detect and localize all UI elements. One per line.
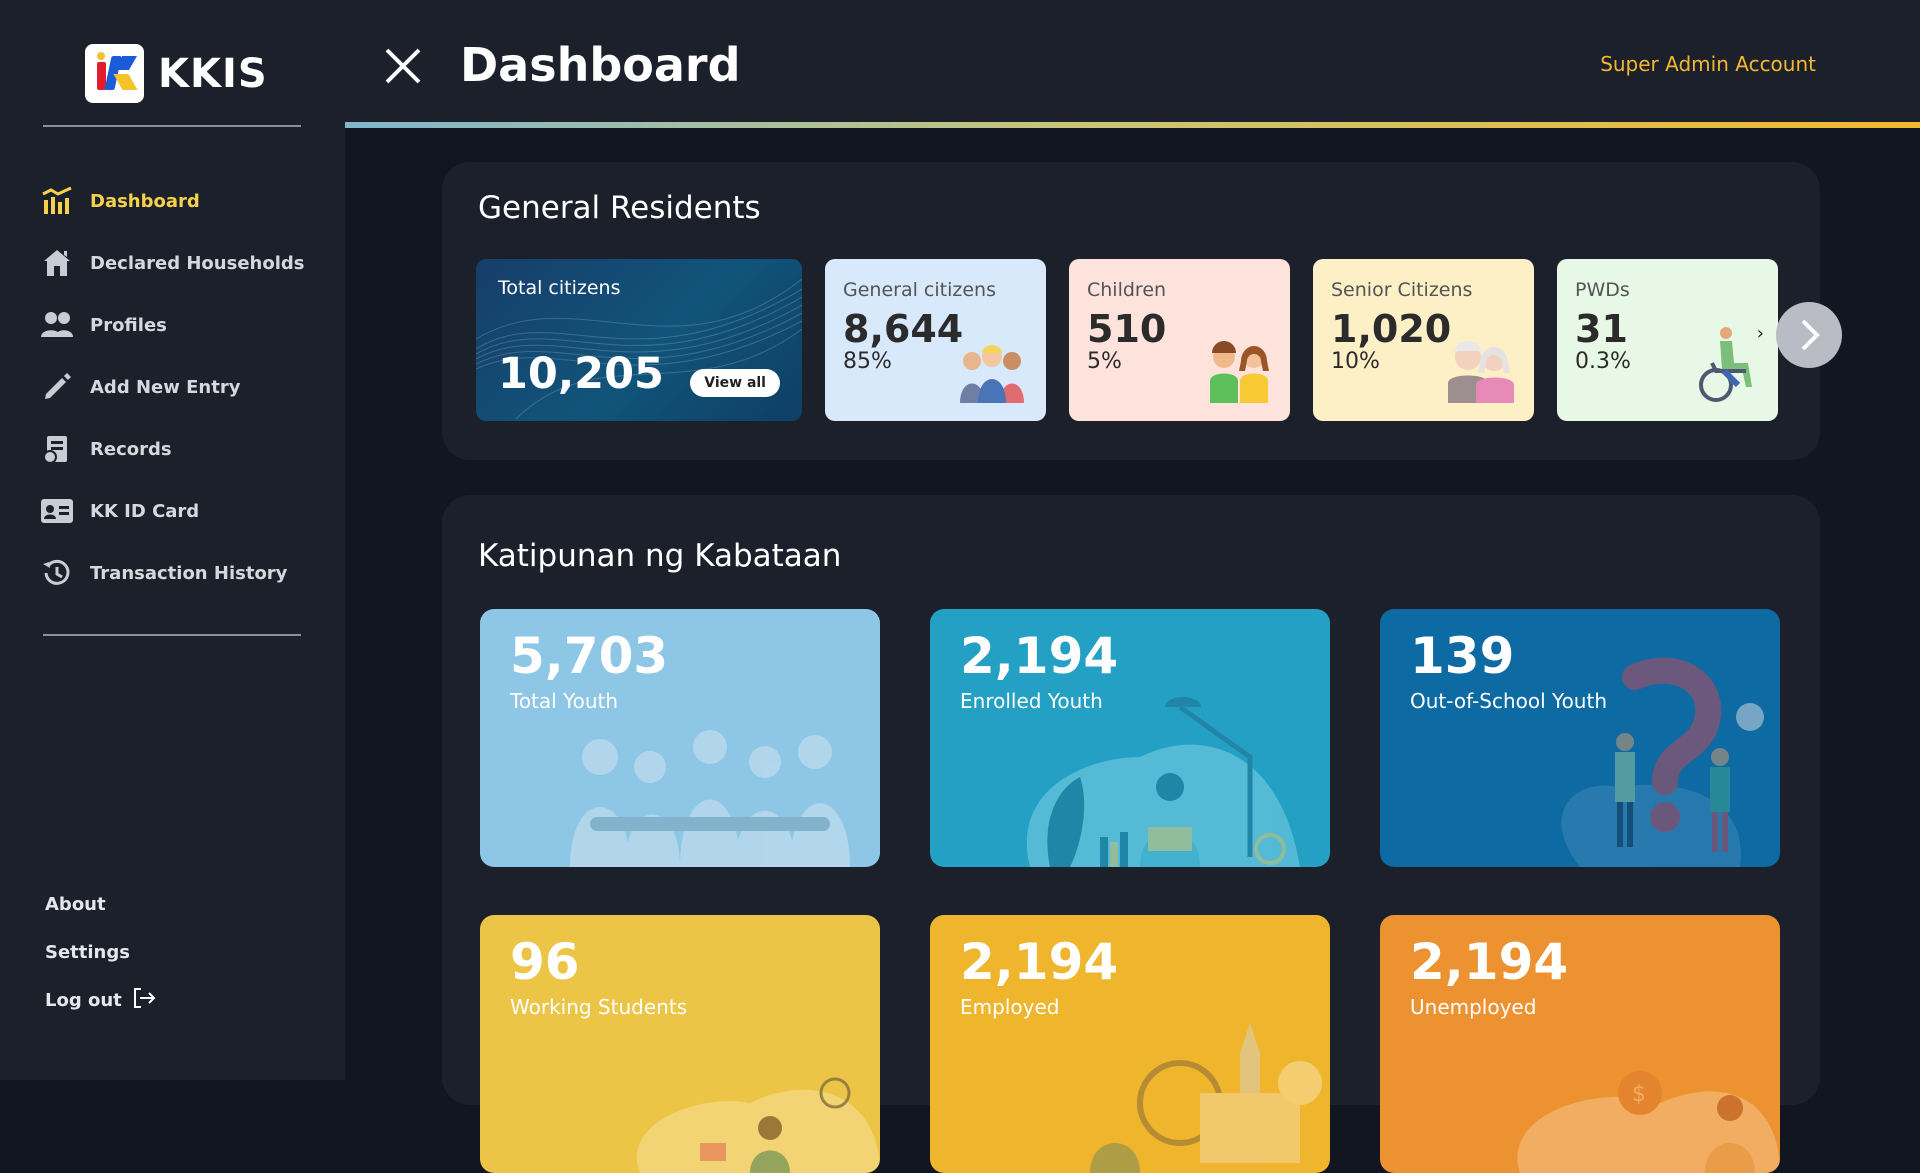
logout-label: Log out bbox=[45, 989, 122, 1011]
settings-link[interactable]: Settings bbox=[45, 928, 156, 976]
people-icon bbox=[40, 308, 74, 342]
brand-name: KKIS bbox=[158, 50, 268, 97]
sidebar-nav: Dashboard Declared Households Profiles A… bbox=[40, 170, 305, 604]
unemployed-illustration: $ bbox=[1517, 1071, 1780, 1173]
general-citizens-card[interactable]: General citizens 8,644 85% bbox=[825, 259, 1046, 421]
chevron-right-icon: › bbox=[1756, 323, 1764, 344]
brand[interactable]: KKIS bbox=[85, 44, 268, 103]
about-link[interactable]: About bbox=[45, 880, 156, 928]
sidebar-item-kk-id-card[interactable]: KK ID Card bbox=[40, 480, 305, 542]
house-icon bbox=[40, 246, 74, 280]
seniors-illustration bbox=[1448, 341, 1514, 403]
section-title: Katipunan ng Kabataan bbox=[478, 538, 842, 574]
sidebar-item-transaction-history[interactable]: Transaction History bbox=[40, 542, 305, 604]
senior-citizens-card[interactable]: Senior Citizens 1,020 10% bbox=[1313, 259, 1534, 421]
employed-illustration bbox=[1090, 1023, 1322, 1173]
id-card-icon bbox=[40, 494, 74, 528]
divider bbox=[43, 634, 301, 636]
close-icon[interactable] bbox=[383, 46, 423, 86]
general-residents-panel: General Residents Total citizens 10,205 … bbox=[442, 162, 1842, 460]
unemployed-card[interactable]: $ 2,194 Unemployed bbox=[1380, 915, 1780, 1173]
enrolled-youth-card[interactable]: 2,194 Enrolled Youth bbox=[930, 609, 1330, 867]
logout-button[interactable]: Log out bbox=[45, 976, 156, 1024]
logout-icon bbox=[132, 987, 156, 1014]
youth-group-illustration bbox=[570, 730, 850, 867]
children-card[interactable]: Children 510 5% bbox=[1069, 259, 1290, 421]
records-icon bbox=[40, 432, 74, 466]
section-title: General Residents bbox=[478, 190, 761, 226]
wheelchair-illustration bbox=[1699, 327, 1752, 402]
total-citizens-label: Total citizens bbox=[498, 277, 621, 299]
header-gradient-bar bbox=[345, 122, 1920, 128]
history-icon bbox=[40, 556, 74, 590]
sidebar-item-declared-households[interactable]: Declared Households bbox=[40, 232, 305, 294]
sidebar: KKIS Dashboard Declared Households Profi… bbox=[0, 0, 345, 1080]
sidebar-item-add-new-entry[interactable]: Add New Entry bbox=[40, 356, 305, 418]
total-citizens-card[interactable]: Total citizens 10,205 View all bbox=[476, 259, 802, 421]
total-youth-card[interactable]: 5,703 Total Youth bbox=[480, 609, 880, 867]
pencil-icon bbox=[40, 370, 74, 404]
total-citizens-value: 10,205 bbox=[498, 349, 664, 399]
sidebar-item-records[interactable]: Records bbox=[40, 418, 305, 480]
chevron-right-icon bbox=[1801, 319, 1820, 351]
working-student-illustration bbox=[636, 1077, 880, 1173]
sidebar-item-dashboard[interactable]: Dashboard bbox=[40, 170, 305, 232]
view-all-button[interactable]: View all bbox=[690, 369, 780, 397]
chart-icon bbox=[40, 184, 74, 218]
account-link[interactable]: Super Admin Account bbox=[1600, 52, 1816, 76]
svg-text:$: $ bbox=[1632, 1082, 1646, 1107]
katipunan-panel: Katipunan ng Kabataan 5,703 Total Youth … bbox=[442, 495, 1820, 1173]
citizens-illustration bbox=[960, 345, 1024, 403]
kkis-logo bbox=[85, 44, 144, 103]
sidebar-footer: About Settings Log out bbox=[45, 880, 156, 1024]
top-header: Dashboard Super Admin Account bbox=[345, 0, 1920, 128]
children-illustration bbox=[1210, 341, 1269, 403]
employed-card[interactable]: 2,194 Employed bbox=[930, 915, 1330, 1173]
out-of-school-youth-card[interactable]: 139 Out-of-School Youth bbox=[1380, 609, 1780, 867]
pwds-card[interactable]: PWDs 31 0.3% › bbox=[1557, 259, 1778, 421]
divider bbox=[43, 125, 301, 127]
sidebar-item-profiles[interactable]: Profiles bbox=[40, 294, 305, 356]
working-students-card[interactable]: 96 Working Students bbox=[480, 915, 880, 1173]
page-title: Dashboard bbox=[460, 38, 741, 92]
carousel-next-button[interactable] bbox=[1776, 302, 1842, 368]
